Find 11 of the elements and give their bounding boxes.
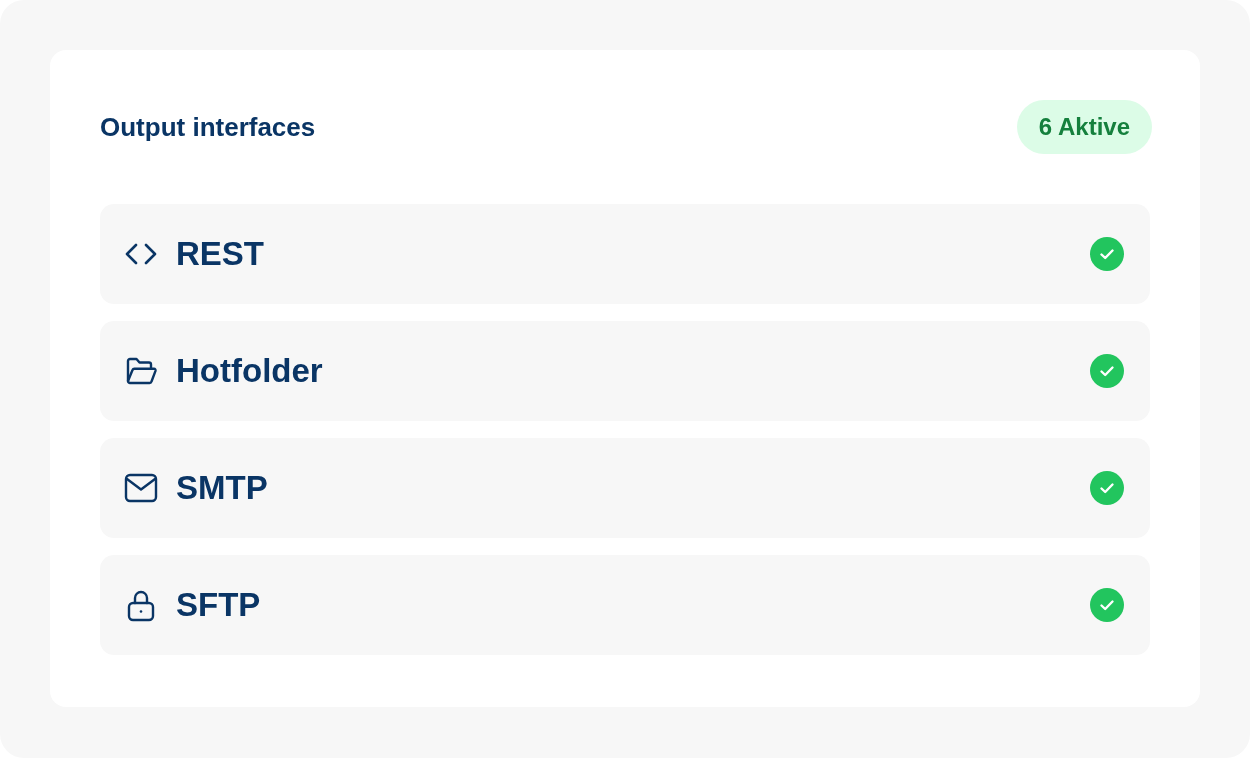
interface-name: SFTP	[176, 586, 262, 624]
interface-row[interactable]: Hotfolder	[100, 321, 1150, 421]
interface-name: Hotfolder	[176, 352, 324, 390]
interface-row[interactable]: SMTP	[100, 438, 1150, 538]
active-count-badge: 6 Aktive	[1016, 100, 1152, 154]
card-title: Output interfaces	[100, 111, 316, 143]
interface-row[interactable]: SFTP	[100, 555, 1150, 655]
interface-row[interactable]: REST	[100, 204, 1150, 304]
interface-name: SMTP	[176, 469, 269, 507]
interface-name: REST	[176, 235, 265, 273]
envelope-icon	[124, 471, 158, 505]
